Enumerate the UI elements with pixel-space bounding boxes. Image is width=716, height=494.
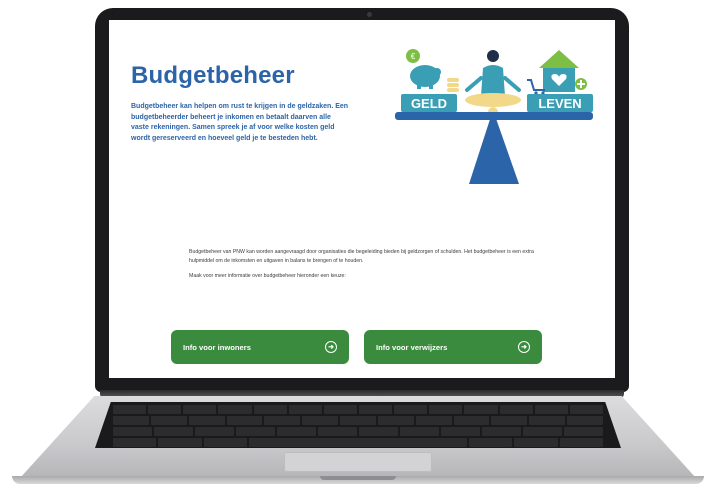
laptop-screen: Budgetbeheer Budgetbeheer kan helpen om … xyxy=(109,20,615,378)
button-label: Info voor verwijzers xyxy=(376,342,448,352)
meditating-person-icon xyxy=(465,50,521,107)
button-label: Info voor inwoners xyxy=(183,342,251,352)
euro-coin-icon: € xyxy=(406,49,420,63)
laptop-frame: Budgetbeheer Budgetbeheer kan helpen om … xyxy=(0,0,716,494)
webcam-icon xyxy=(367,12,372,17)
arrow-right-circle-icon: ➜ xyxy=(518,341,530,353)
keyboard xyxy=(95,402,621,448)
balance-illustration: € GELD LEVEN xyxy=(395,49,593,184)
body-paragraph: Budgetbeheer van PNW kan worden aangevra… xyxy=(189,249,534,264)
body-paragraph: Maak voor meer informatie over budgetbeh… xyxy=(189,273,346,280)
plus-badge-icon xyxy=(575,78,587,90)
leven-label: LEVEN xyxy=(527,94,593,112)
coin-stack-icon xyxy=(447,78,459,92)
arrow-right-circle-icon: ➜ xyxy=(325,341,337,353)
house-heart-icon xyxy=(539,50,579,92)
scale-stand xyxy=(469,110,519,184)
shopping-cart-icon xyxy=(527,79,545,95)
svg-text:€: € xyxy=(411,52,416,61)
geld-label: GELD xyxy=(401,94,457,112)
scale-beam xyxy=(395,112,593,120)
info-inwoners-button[interactable]: Info voor inwoners ➜ xyxy=(171,330,349,364)
info-verwijzers-button[interactable]: Info voor verwijzers ➜ xyxy=(364,330,542,364)
laptop-notch xyxy=(320,476,396,480)
leven-label-text: LEVEN xyxy=(538,96,581,111)
body-text: Budgetbeheer van PNW kan worden aangevra… xyxy=(189,248,545,288)
geld-label-text: GELD xyxy=(411,96,447,111)
intro-text: Budgetbeheer kan helpen om rust te krijg… xyxy=(131,103,349,142)
trackpad xyxy=(284,452,432,472)
page-title: Budgetbeheer xyxy=(131,62,295,89)
piggy-bank-icon xyxy=(410,65,441,89)
